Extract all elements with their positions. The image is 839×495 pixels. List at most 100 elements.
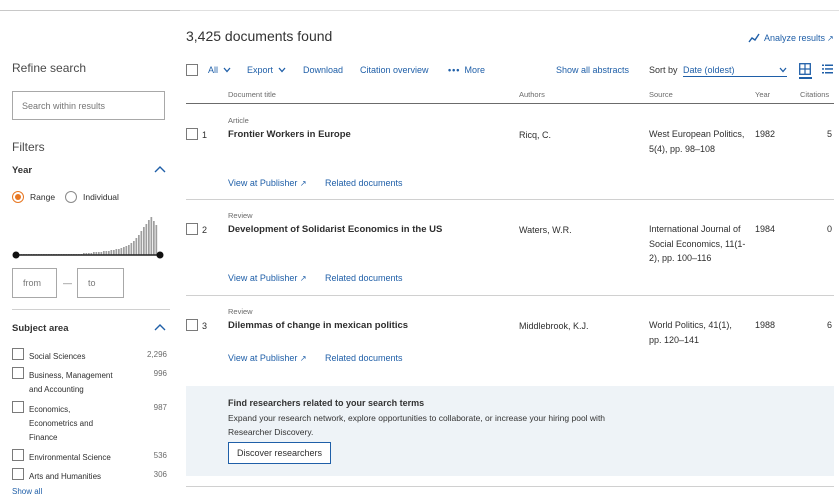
histogram-bar	[135, 238, 138, 255]
subject-checkbox[interactable]	[12, 449, 24, 461]
subject-area-label: Subject area	[12, 323, 69, 334]
histogram-bar	[148, 220, 150, 255]
document-source[interactable]: International Journal of Social Economic…	[649, 222, 753, 266]
radio-selected-icon	[12, 191, 24, 203]
individual-label: Individual	[83, 192, 119, 202]
histogram-bar	[133, 241, 135, 255]
subject-checkbox[interactable]	[12, 401, 24, 413]
histogram-bar	[123, 247, 125, 255]
range-dash: —	[63, 278, 72, 288]
col-header-year[interactable]: Year	[755, 90, 770, 99]
view-at-publisher-label: View at Publisher	[228, 353, 298, 363]
year-slider-min-handle[interactable]	[12, 251, 20, 259]
external-arrow-icon: ↗	[299, 274, 307, 283]
range-label: Range	[30, 192, 56, 202]
subject-count: 2,296	[146, 350, 167, 359]
year-histogram	[12, 217, 164, 259]
document-citations[interactable]: 0	[827, 224, 832, 234]
list-view-icon[interactable]	[822, 64, 833, 74]
histogram-bar	[138, 235, 140, 255]
sort-by-label: Sort by	[649, 65, 678, 75]
export-label: Export	[247, 65, 274, 75]
promo-title: Find researchers related to your search …	[228, 398, 425, 408]
related-documents-link[interactable]: Related documents	[325, 178, 403, 188]
export-dropdown[interactable]: Export	[247, 65, 286, 75]
discover-researchers-button[interactable]: Discover researchers	[228, 442, 332, 464]
year-collapse-chevron-icon[interactable]	[154, 165, 166, 173]
search-within-input[interactable]	[12, 91, 165, 120]
histogram-bar	[153, 221, 155, 255]
col-header-authors[interactable]: Authors	[519, 90, 545, 99]
row-checkbox[interactable]	[186, 223, 198, 235]
sort-dropdown[interactable]: Date (oldest)	[683, 63, 787, 77]
year-range-radio[interactable]: Range	[12, 191, 55, 203]
histogram-bar	[130, 243, 133, 255]
subject-checkbox[interactable]	[12, 367, 24, 379]
row-number: 2	[202, 225, 208, 235]
document-source[interactable]: World Politics, 41(1), pp. 120–141	[649, 318, 745, 347]
document-authors[interactable]: Waters, W.R.	[519, 225, 572, 235]
document-title-link[interactable]: Frontier Workers in Europe	[228, 129, 351, 140]
more-dots-icon: •••	[448, 65, 461, 75]
document-title-link[interactable]: Dilemmas of change in mexican politics	[228, 320, 408, 331]
year-slider-max-handle[interactable]	[156, 251, 164, 259]
subject-checkbox[interactable]	[12, 468, 24, 480]
subject-collapse-chevron-icon[interactable]	[154, 323, 166, 331]
document-type: Article	[228, 116, 249, 125]
view-at-publisher-link[interactable]: View at Publisher ↗	[228, 273, 307, 283]
view-at-publisher-label: View at Publisher	[228, 273, 298, 283]
histogram-bar	[115, 249, 118, 255]
table-row: 3 Review Dilemmas of change in mexican p…	[186, 295, 834, 377]
document-type: Review	[228, 307, 253, 316]
histogram-bar	[118, 249, 120, 255]
document-citations[interactable]: 6	[827, 320, 832, 330]
filters-title: Filters	[12, 140, 45, 154]
download-button[interactable]: Download	[303, 65, 343, 75]
related-documents-link[interactable]: Related documents	[325, 353, 403, 363]
histogram-bar	[150, 217, 153, 255]
related-documents-link[interactable]: Related documents	[325, 273, 403, 283]
row-checkbox[interactable]	[186, 319, 198, 331]
subject-count: 306	[153, 470, 167, 479]
subject-checkbox[interactable]	[12, 348, 24, 360]
col-header-source[interactable]: Source	[649, 90, 673, 99]
document-authors[interactable]: Ricq, C.	[519, 130, 551, 140]
document-source[interactable]: West European Politics, 5(4), pp. 98–108	[649, 127, 749, 156]
show-all-abstracts-button[interactable]: Show all abstracts	[556, 65, 629, 75]
trend-chart-icon	[748, 33, 760, 43]
more-button[interactable]: ••• More	[448, 65, 485, 75]
subject-count: 996	[153, 369, 167, 378]
more-label: More	[464, 65, 485, 75]
subject-label: Business, Management and Accounting	[29, 371, 113, 394]
view-at-publisher-link[interactable]: View at Publisher ↗	[228, 178, 307, 188]
col-header-citations[interactable]: Citations	[800, 90, 829, 99]
select-all-checkbox[interactable]	[186, 64, 198, 76]
bottom-divider	[186, 486, 834, 487]
view-at-publisher-link[interactable]: View at Publisher ↗	[228, 353, 307, 363]
document-title-link[interactable]: Development of Solidarist Economics in t…	[228, 224, 442, 235]
table-row: 1 Article Frontier Workers in Europe Ric…	[186, 104, 834, 199]
all-dropdown[interactable]: All	[208, 65, 231, 75]
document-citations[interactable]: 5	[827, 129, 832, 139]
sidebar: Refine search Filters Year Range Individ…	[0, 0, 180, 495]
documents-found-count: 3,425 documents found	[186, 28, 333, 44]
document-authors[interactable]: Middlebrook, K.J.	[519, 321, 589, 331]
subject-label: Social Sciences	[29, 352, 86, 361]
promo-body: Expand your research network, explore op…	[228, 413, 606, 437]
year-from-input[interactable]: from	[12, 268, 57, 298]
subject-count: 536	[153, 451, 167, 460]
histogram-bar	[120, 248, 123, 255]
year-individual-radio[interactable]: Individual	[65, 191, 119, 203]
year-to-input[interactable]: to	[77, 268, 124, 298]
grid-view-icon[interactable]	[799, 63, 812, 79]
year-filter-label: Year	[12, 165, 33, 176]
subject-label: Economics, Econometrics and Finance	[29, 405, 94, 442]
show-all-subjects-link[interactable]: Show all	[12, 487, 42, 495]
citation-overview-button[interactable]: Citation overview	[360, 65, 429, 75]
analyze-results-link[interactable]: Analyze results ↗	[748, 33, 834, 43]
col-header-title[interactable]: Document title	[228, 90, 276, 99]
external-arrow-icon: ↗	[299, 354, 307, 363]
chevron-down-icon	[779, 67, 787, 73]
external-arrow-icon: ↗	[299, 179, 307, 188]
row-checkbox[interactable]	[186, 128, 198, 140]
